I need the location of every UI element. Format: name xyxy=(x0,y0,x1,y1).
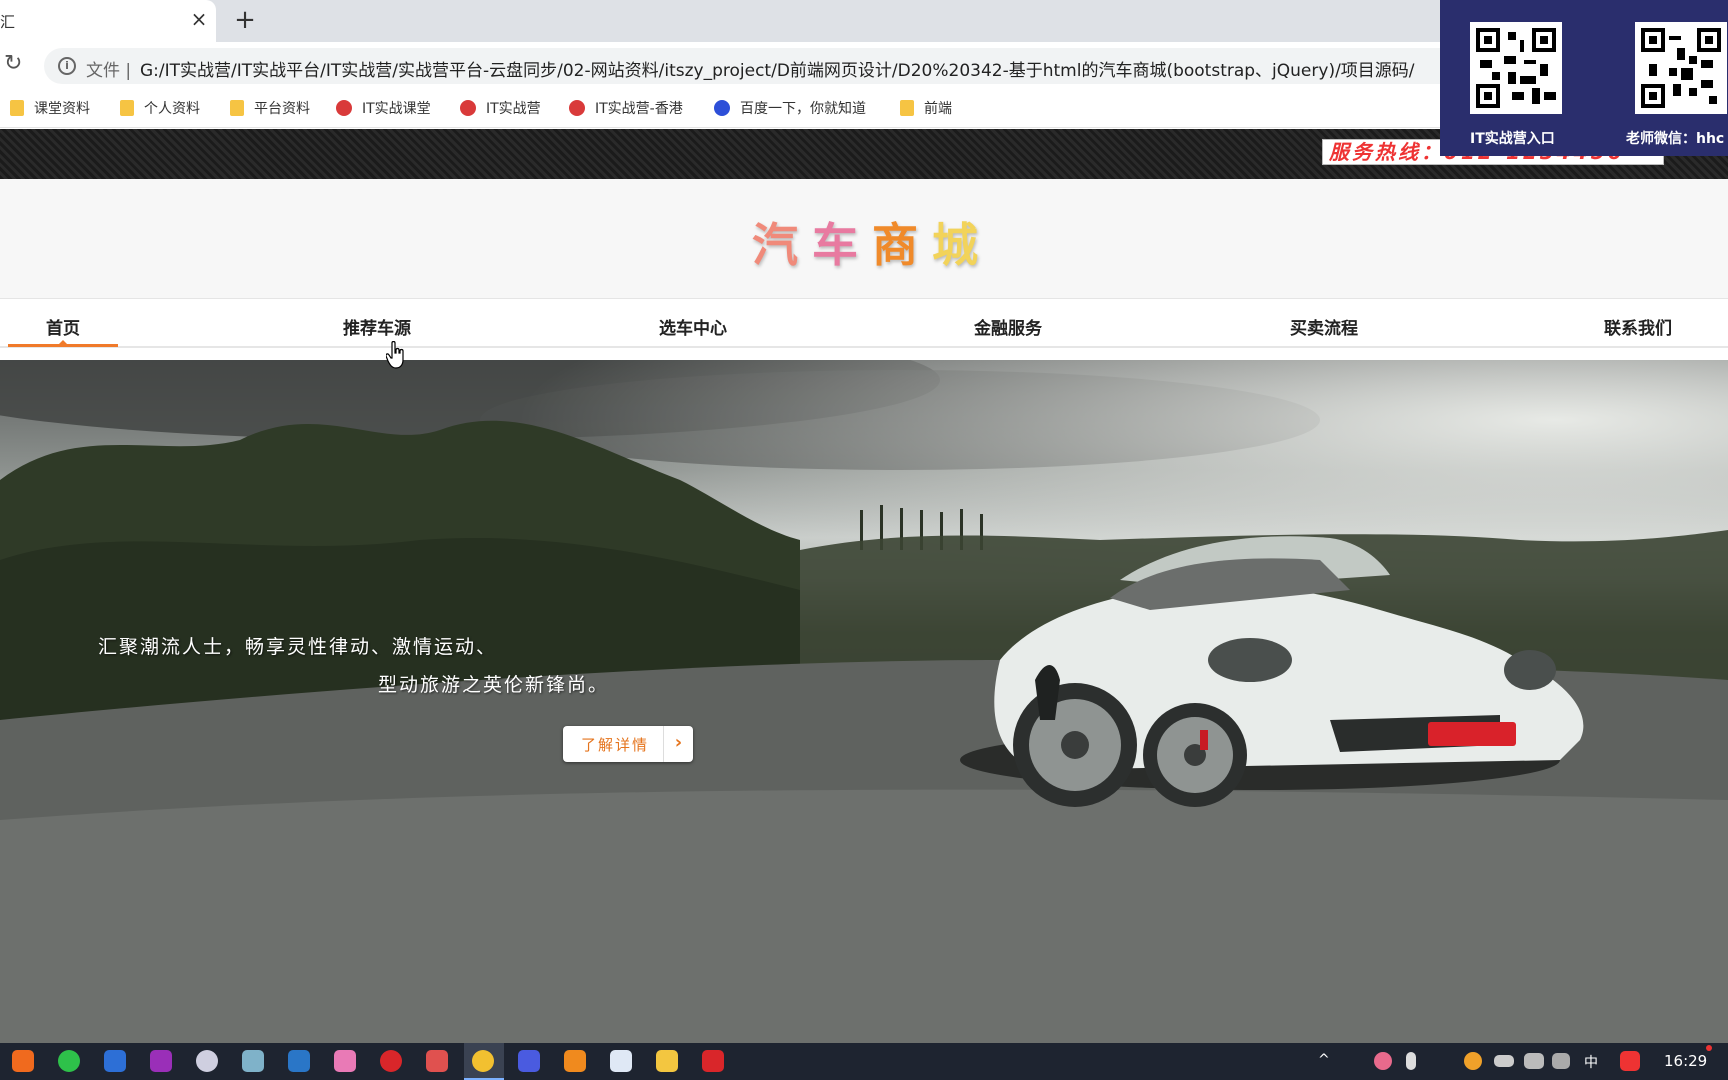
qr-overlay: IT实战营入口 老师微信：hhc xyxy=(1440,0,1728,156)
app-icon[interactable] xyxy=(518,1050,540,1072)
bookmark-label: IT实战营-香港 xyxy=(595,101,683,117)
notes-icon[interactable] xyxy=(242,1050,264,1072)
bookmark-label: 个人资料 xyxy=(144,101,200,117)
bookmark-item[interactable]: 百度一下，你就知道 xyxy=(714,98,866,120)
baidu-icon xyxy=(714,100,730,116)
new-tab-icon[interactable]: + xyxy=(232,6,258,34)
hero-slogan-line2: 型动旅游之英伦新锋尚。 xyxy=(378,674,610,696)
ide-icon[interactable] xyxy=(150,1050,172,1072)
tray-app-icon[interactable] xyxy=(1374,1052,1392,1070)
qq-icon[interactable] xyxy=(1464,1052,1482,1070)
scheme-label: 文件 | xyxy=(86,61,132,81)
feather-app-icon[interactable] xyxy=(104,1050,126,1072)
logo-char: 车 xyxy=(812,218,872,272)
sogou-icon[interactable] xyxy=(1620,1051,1640,1071)
taskbar-clock[interactable]: 16:29 xyxy=(1664,1052,1707,1070)
tab-title: 汇 xyxy=(0,13,16,31)
chevron-right-icon: › xyxy=(663,726,693,762)
music-icon[interactable] xyxy=(380,1050,402,1072)
microphone-icon[interactable] xyxy=(1406,1052,1416,1070)
address-bar[interactable]: i 文件 | G:/IT实战营/IT实战平台/IT实战营/实战营平台-云盘同步/… xyxy=(44,48,1464,84)
hero-slogan-line1: 汇聚潮流人士，畅享灵性律动、激情运动、 xyxy=(98,636,498,658)
bookmark-label: IT实战课堂 xyxy=(362,101,431,117)
notification-dot xyxy=(1706,1045,1712,1051)
close-tab-icon[interactable]: × xyxy=(188,8,210,30)
qr-left-label: IT实战营入口 xyxy=(1470,131,1555,147)
bookmark-item[interactable]: 前端 xyxy=(900,98,952,120)
site-icon xyxy=(336,100,352,116)
app-icon[interactable] xyxy=(564,1050,586,1072)
wechat-icon[interactable] xyxy=(58,1050,80,1072)
file-explorer-icon[interactable] xyxy=(656,1050,678,1072)
browser-tab[interactable]: 汇 × xyxy=(0,0,216,42)
wps-icon[interactable] xyxy=(702,1050,724,1072)
site-icon xyxy=(569,100,585,116)
bookmark-item[interactable]: 个人资料 xyxy=(120,98,200,120)
qr-code-image xyxy=(1635,22,1727,114)
hero-image xyxy=(0,360,1728,1043)
app-icon[interactable] xyxy=(610,1050,632,1072)
hero-banner: 汇聚潮流人士，畅享灵性律动、激情运动、 型动旅游之英伦新锋尚。 了解详情 › xyxy=(0,360,1728,1043)
logo-band: 汽车商城 xyxy=(0,179,1728,299)
nav-item-home[interactable]: 首页 xyxy=(46,314,80,339)
logo-char: 汽 xyxy=(752,218,812,272)
bookmark-item[interactable]: 平台资料 xyxy=(230,98,310,120)
chrome-icon[interactable] xyxy=(472,1050,494,1072)
folder-icon xyxy=(230,100,244,116)
media-icon[interactable] xyxy=(334,1050,356,1072)
photos-icon[interactable] xyxy=(288,1050,310,1072)
learn-more-button[interactable]: 了解详情 › xyxy=(563,726,693,762)
active-underline xyxy=(8,344,118,347)
folder-icon xyxy=(900,100,914,116)
nav-item-contact[interactable]: 联系我们 xyxy=(1604,314,1672,339)
ime-indicator[interactable]: 中 xyxy=(1584,1052,1598,1072)
start-icon[interactable] xyxy=(12,1050,34,1072)
bookmark-item[interactable]: IT实战营 xyxy=(460,98,541,120)
folder-icon xyxy=(120,100,134,116)
info-icon[interactable]: i xyxy=(58,57,76,75)
folder-icon xyxy=(10,100,24,116)
bookmark-label: 课堂资料 xyxy=(34,101,90,117)
qr-right-label: 老师微信：hhc xyxy=(1626,131,1725,147)
learn-more-label: 了解详情 xyxy=(581,736,650,754)
bookmark-label: IT实战营 xyxy=(486,101,541,117)
taskbar: ^ 中 16:29 xyxy=(0,1043,1728,1080)
tray-chevron-icon[interactable]: ^ xyxy=(1318,1052,1330,1068)
site-logo[interactable]: 汽车商城 xyxy=(752,209,992,275)
url-text[interactable]: G:/IT实战营/IT实战平台/IT实战营/实战营平台-云盘同步/02-网站资料… xyxy=(140,56,1415,81)
bookmark-label: 平台资料 xyxy=(254,101,310,117)
reload-icon[interactable]: ↻ xyxy=(4,52,28,76)
bookmark-item[interactable]: 课堂资料 xyxy=(10,98,90,120)
hand-cursor-icon xyxy=(386,341,404,369)
nav-item-finance[interactable]: 金融服务 xyxy=(974,314,1042,339)
app-icon[interactable] xyxy=(196,1050,218,1072)
app-icon[interactable] xyxy=(426,1050,448,1072)
logo-char: 城 xyxy=(932,218,992,272)
nav-item-process[interactable]: 买卖流程 xyxy=(1290,314,1358,339)
bookmark-item[interactable]: IT实战课堂 xyxy=(336,98,431,120)
bookmark-item[interactable]: IT实战营-香港 xyxy=(569,98,683,120)
nav-item-recommended[interactable]: 推荐车源 xyxy=(343,314,411,339)
bookmark-label: 百度一下，你就知道 xyxy=(740,101,866,117)
logo-char: 商 xyxy=(872,218,932,272)
battery-icon[interactable] xyxy=(1494,1055,1514,1067)
network-icon[interactable] xyxy=(1524,1053,1544,1069)
volume-muted-icon[interactable] xyxy=(1552,1053,1570,1069)
bookmark-label: 前端 xyxy=(924,101,952,117)
nav-item-car-center[interactable]: 选车中心 xyxy=(659,314,727,339)
qr-code-image xyxy=(1470,22,1562,114)
main-nav: 首页 推荐车源 选车中心 金融服务 买卖流程 联系我们 xyxy=(0,300,1728,348)
site-icon xyxy=(460,100,476,116)
